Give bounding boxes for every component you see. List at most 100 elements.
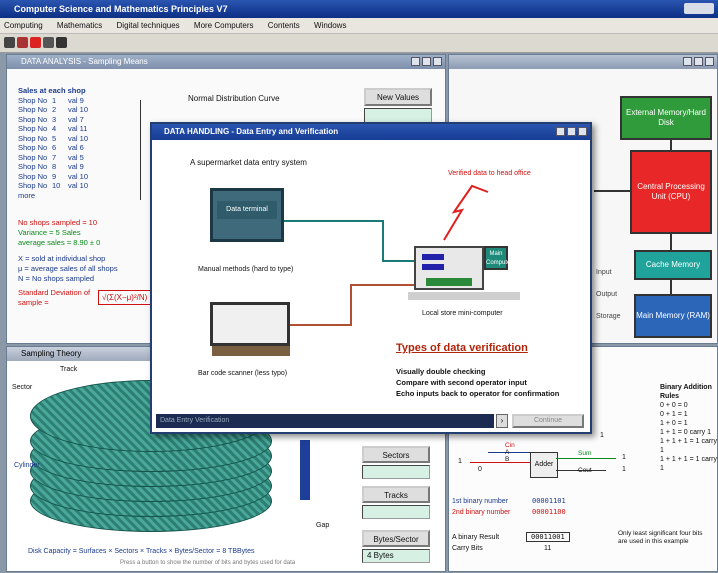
- row-label: Shop No: [18, 105, 48, 114]
- rule-6: 1 + 1 + 1 = 1 carry 1: [660, 456, 718, 472]
- verify-item-2: Compare with second operator input: [396, 378, 527, 387]
- sales-row: Shop No 8 val 9: [18, 162, 88, 172]
- scanner-link-end: [350, 284, 420, 286]
- bytes-sector-button[interactable]: Bytes/Sector: [362, 530, 430, 547]
- gap-label: Gap: [316, 522, 330, 529]
- def-x: X = sold at individual shop: [18, 254, 106, 263]
- sales-header: Sales at each shop: [18, 86, 86, 95]
- answer-label: A binary Result: [452, 534, 500, 541]
- bit-value-sum: 1: [622, 454, 626, 461]
- rule-1: 0 + 0 = 0: [660, 402, 688, 409]
- binary-values: 1st binary number 00001101 2nd binary num…: [452, 496, 566, 518]
- app-title: Computer Science and Mathematics Princip…: [14, 4, 228, 14]
- menu-mathematics[interactable]: Mathematics: [57, 21, 102, 30]
- row-value: val 9: [68, 162, 84, 171]
- menu-digital-techniques[interactable]: Digital techniques: [117, 21, 180, 30]
- bit-value-a: 1: [458, 458, 462, 465]
- carry-label: Carry Bits: [452, 545, 483, 552]
- adder-input-labels: Cin A B: [505, 442, 515, 463]
- verification-scrollbar[interactable]: Data Entry Verification: [156, 414, 494, 428]
- cache-memory-block: Cache Memory: [634, 250, 712, 280]
- menu-contents[interactable]: Contents: [268, 21, 300, 30]
- cylinder-label: Cylinder: [14, 462, 40, 469]
- more-label: more: [18, 190, 36, 200]
- data-entry-dialog: DATA HANDLING - Data Entry and Verificat…: [150, 122, 592, 434]
- new-values-button[interactable]: New Values: [364, 88, 432, 106]
- cpu-window-buttons[interactable]: [681, 57, 714, 67]
- terminal-link-h: [284, 220, 384, 222]
- shops-sampled: No shops sampled = 10: [18, 218, 98, 227]
- print-icon[interactable]: [17, 37, 28, 48]
- dialog-title-bar: DATA HANDLING - Data Entry and Verificat…: [152, 124, 590, 140]
- track-label: Track: [60, 366, 78, 373]
- row-label: Shop No: [18, 152, 48, 162]
- menu-more-computers[interactable]: More Computers: [194, 21, 254, 30]
- app-title-bar: Computer Science and Mathematics Princip…: [0, 0, 718, 18]
- read-head-arm: [300, 440, 310, 500]
- tracks-button[interactable]: Tracks: [362, 486, 430, 503]
- barcode-scanner-icon: [210, 302, 290, 346]
- row-value: val 9: [68, 95, 84, 105]
- toolbar: [0, 34, 718, 53]
- binary-rules: Binary Addition Rules 0 + 0 = 0 0 + 1 = …: [660, 383, 718, 473]
- main-memory-block: Main Memory (RAM): [634, 294, 712, 338]
- lightning-link-icon: [443, 184, 489, 241]
- head-office-label: Verified data to head office: [448, 170, 531, 177]
- std-dev-formula: √(Σ(X−μ)²/N): [98, 290, 152, 305]
- back-icon[interactable]: [43, 37, 54, 48]
- sales-row: Shop No 7 val 5: [18, 153, 88, 163]
- disk-note: Press a button to show the number of bit…: [120, 560, 296, 566]
- manual-label: Manual methods (hard to type): [198, 266, 294, 273]
- bus-line-1: [670, 140, 672, 150]
- sales-row: Shop No 6 val 6: [18, 143, 88, 153]
- bit-value-carry: 1: [600, 432, 604, 439]
- sales-rows: Shop No 1 val 9 Shop No 2 val 10 Shop No 3 val 7…: [18, 96, 88, 191]
- computer-base: [408, 292, 520, 300]
- adder-output-line-sum: [556, 458, 616, 459]
- row-label: Shop No: [18, 95, 48, 105]
- menu-windows[interactable]: Windows: [314, 21, 346, 30]
- first-binary-value: 00001101: [532, 497, 566, 505]
- bus-line-4: [594, 190, 630, 192]
- menu-computing[interactable]: Computing: [4, 21, 43, 30]
- label-sum: Sum: [578, 450, 592, 457]
- average-sales: average sales = 8.90 ± 0: [18, 238, 101, 247]
- row-label: Shop No: [18, 143, 48, 152]
- tracks-field: [362, 505, 430, 519]
- second-binary-label: 2nd binary number: [452, 509, 511, 516]
- row-value: val 10: [68, 171, 89, 181]
- def-mu: μ = average sales of all shops: [18, 264, 118, 273]
- sectors-button[interactable]: Sectors: [362, 446, 430, 463]
- bytes-field: 4 Bytes: [362, 549, 430, 563]
- rule-5: 1 + 1 + 1 = 1 carry 1: [660, 438, 718, 454]
- variance: Variance = 5 Sales: [18, 228, 81, 237]
- row-value: val 5: [68, 152, 84, 162]
- forward-icon[interactable]: [56, 37, 67, 48]
- row-label: Shop No: [18, 114, 48, 124]
- scroll-arrow-icon[interactable]: ›: [496, 414, 508, 428]
- sales-row: Shop No 1 val 9: [18, 96, 88, 106]
- sales-row: Shop No 3 val 7: [18, 115, 88, 125]
- stop-icon[interactable]: [30, 37, 41, 48]
- cpu-side-labels: Input Output Storage: [596, 262, 621, 328]
- window-controls[interactable]: [684, 3, 714, 14]
- row-number: 5: [52, 133, 57, 143]
- row-number: 7: [52, 152, 57, 162]
- barcode-label: Bar code scanner (less typo): [198, 370, 288, 377]
- row-number: 3: [52, 114, 57, 124]
- row-label: Shop No: [18, 181, 48, 190]
- adder-input-line-a: [470, 462, 530, 463]
- binary-result: A binary Result 00011001 Carry Bits 11: [452, 532, 570, 554]
- row-number: 9: [52, 171, 57, 181]
- dialog-window-buttons[interactable]: [554, 126, 587, 136]
- row-label: Shop No: [18, 162, 48, 171]
- scanner-link-h: [290, 324, 350, 326]
- carry-value: 11: [544, 545, 552, 552]
- window-buttons[interactable]: [409, 57, 442, 67]
- home-icon[interactable]: [4, 37, 15, 48]
- row-value: val 11: [68, 124, 88, 133]
- scanner-link-v: [350, 284, 352, 326]
- continue-button[interactable]: Continue: [512, 414, 584, 428]
- scanner-base: [212, 346, 290, 356]
- row-number: 6: [52, 143, 57, 152]
